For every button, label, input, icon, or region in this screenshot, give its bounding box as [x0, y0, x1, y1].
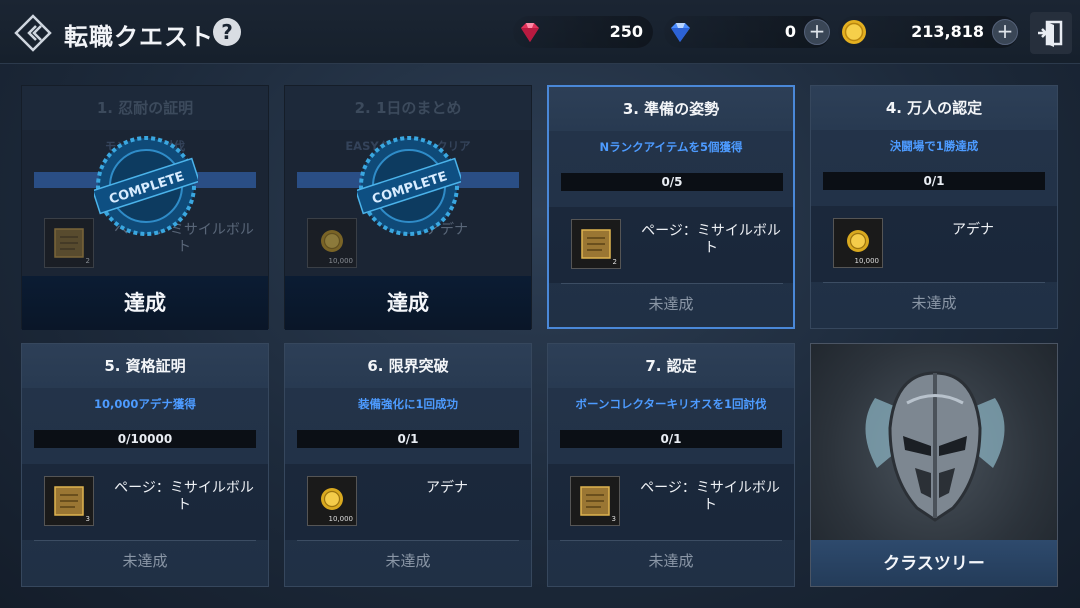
quest-progress: 0/1 — [297, 430, 519, 448]
reward-item-name: ページ：ミサイルボルト — [114, 480, 254, 513]
gem-add-button[interactable]: + — [804, 19, 830, 45]
quest-status: 未達成 — [385, 552, 431, 570]
quest-card-4[interactable]: 4. 万人の認定 決闘場で1勝達成 0/1 10,000 アデナ 未達成 — [810, 85, 1058, 329]
gold-add-button[interactable]: + — [992, 19, 1018, 45]
help-icon[interactable]: ? — [213, 18, 241, 46]
quest-card-7[interactable]: 7. 認定 ボーンコレクターキリオスを1回討伐 0/1 3 ページ：ミサイルボル… — [547, 343, 795, 587]
reward-zone: 3 ページ：ミサイルボルト — [548, 464, 794, 540]
quest-card-6[interactable]: 6. 限界突破 装備強化に1回成功 0/1 10,000 アデナ 未達成 — [284, 343, 532, 587]
reward-item-slot[interactable]: 3 — [570, 476, 620, 526]
back-diamond-icon — [14, 14, 52, 52]
reward-zone: 3 ページ：ミサイルボルト — [22, 464, 268, 540]
reward-zone: 10,000 アデナ — [285, 464, 531, 540]
reward-item-name: アデナ — [426, 480, 468, 496]
quest-title: 6. 限界突破 — [285, 344, 531, 388]
header-bar: 転職クエスト ? 250 0 + 213,818 + — [0, 0, 1080, 64]
reward-item-slot[interactable]: 10,000 — [307, 218, 357, 268]
complete-stamp-icon: COMPLETE — [357, 136, 461, 236]
ruby-icon — [521, 23, 539, 42]
quest-title: 5. 資格証明 — [22, 344, 268, 388]
quest-progress: 0/10000 — [34, 430, 256, 448]
quest-progress: 0/1 — [823, 172, 1045, 190]
quest-title: 4. 万人の認定 — [811, 86, 1057, 130]
reward-item-slot[interactable]: 3 — [44, 476, 94, 526]
quest-description: 10,000アデナ獲得 — [94, 397, 196, 411]
exit-door-icon — [1038, 20, 1063, 47]
class-tree-panel[interactable]: クラスツリー — [810, 343, 1058, 587]
gold-coin-icon — [842, 20, 866, 44]
gem-currency: 0 + — [664, 16, 830, 48]
quest-progress: 0/1 — [560, 430, 782, 448]
quest-description: 決闘場で1勝達成 — [889, 139, 979, 153]
knight-helmet-icon — [865, 371, 1005, 522]
reward-item-slot[interactable]: 2 — [571, 219, 621, 269]
reward-quantity: 2 — [612, 258, 617, 266]
quest-title: 1. 忍耐の証明 — [22, 86, 268, 130]
reward-item-slot[interactable]: 2 — [44, 218, 94, 268]
reward-zone: 2 ページ：ミサイルボルト — [549, 207, 793, 283]
complete-stamp-icon: COMPLETE — [94, 136, 198, 236]
page-title: 転職クエスト — [64, 23, 214, 51]
ruby-amount: 250 — [609, 22, 643, 41]
quest-status: 未達成 — [648, 295, 694, 313]
reward-quantity: 10,000 — [328, 515, 354, 523]
reward-item-name: ページ：ミサイルボルト — [640, 480, 780, 513]
quest-title: 2. 1日のまとめ — [285, 86, 531, 130]
quest-card-1[interactable]: 1. 忍耐の証明 モンスター討伐 2 ページ：ミサイルボルト COMPLETE … — [21, 85, 269, 330]
exit-button[interactable] — [1030, 12, 1072, 54]
reward-quantity: 10,000 — [328, 257, 354, 265]
quest-status: 未達成 — [648, 552, 694, 570]
blue-gem-icon — [671, 23, 690, 42]
gold-amount: 213,818 — [911, 22, 984, 41]
ruby-currency: 250 — [513, 16, 653, 48]
reward-item-slot[interactable]: 10,000 — [307, 476, 357, 526]
quest-title: 7. 認定 — [548, 344, 794, 388]
reward-quantity: 3 — [611, 515, 616, 523]
reward-quantity: 2 — [85, 257, 90, 265]
reward-quantity: 3 — [85, 515, 90, 523]
reward-item-name: ページ：ミサイルボルト — [641, 223, 781, 256]
quest-card-3[interactable]: 3. 準備の姿勢 Nランクアイテムを5個獲得 0/5 2 ページ：ミサイルボルト… — [547, 85, 795, 329]
quest-title: 3. 準備の姿勢 — [549, 87, 793, 131]
reward-item-slot[interactable]: 10,000 — [833, 218, 883, 268]
gem-amount: 0 — [784, 22, 796, 41]
quest-status: 未達成 — [122, 552, 168, 570]
class-tree-button[interactable]: クラスツリー — [811, 540, 1057, 586]
quest-status: 未達成 — [911, 294, 957, 312]
quest-progress: 0/5 — [561, 173, 783, 191]
quest-description: ボーンコレクターキリオスを1回討伐 — [575, 397, 767, 411]
reward-zone: 10,000 アデナ — [811, 206, 1057, 282]
quest-card-2[interactable]: 2. 1日のまとめ EASYダンジョンクリア 10,000 アデナ COMPLE… — [284, 85, 532, 330]
gold-currency: 213,818 + — [838, 16, 1018, 48]
quest-status: 達成 — [285, 276, 531, 330]
quest-description: Nランクアイテムを5個獲得 — [599, 140, 743, 154]
quest-status: 達成 — [22, 276, 268, 330]
reward-quantity: 10,000 — [854, 257, 880, 265]
reward-item-name: アデナ — [952, 222, 994, 238]
quest-card-5[interactable]: 5. 資格証明 10,000アデナ獲得 0/10000 3 ページ：ミサイルボル… — [21, 343, 269, 587]
back-button[interactable] — [12, 12, 54, 54]
quest-description: 装備強化に1回成功 — [357, 397, 458, 411]
